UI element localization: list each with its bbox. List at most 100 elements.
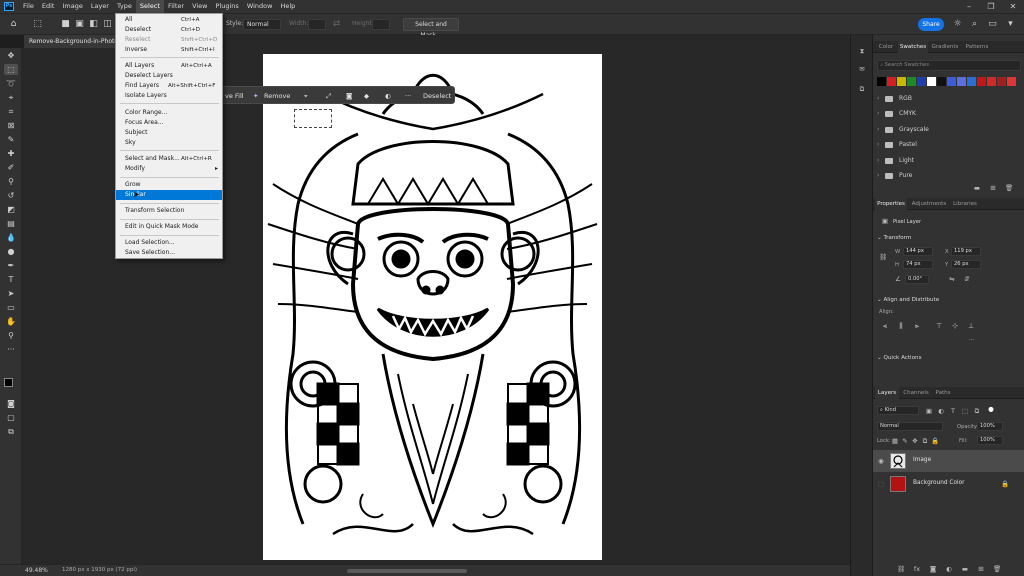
swatch-color[interactable]: [907, 77, 916, 86]
menu-file[interactable]: File: [19, 0, 38, 13]
clone-stamp-tool-icon[interactable]: ⚲: [4, 176, 18, 187]
transform-icon[interactable]: ⤢: [326, 90, 331, 102]
minimize-icon[interactable]: –: [958, 0, 980, 13]
close-icon[interactable]: ✕: [1002, 0, 1024, 13]
intersect-selection-icon[interactable]: ◫: [102, 19, 113, 30]
add-selection-icon[interactable]: ▣: [74, 19, 85, 30]
hand-tool-icon[interactable]: ✋: [4, 316, 18, 327]
swatch-folder-pure[interactable]: › Pure: [877, 170, 1021, 182]
document-tab[interactable]: Remove-Background-in-Photoshop: [24, 35, 116, 48]
menu-item-all-layers[interactable]: All Layers Alt+Ctrl+A: [116, 61, 222, 71]
home-icon[interactable]: ⌂: [8, 19, 19, 30]
blend-mode-select[interactable]: Normal: [877, 422, 943, 431]
quick-mask-icon[interactable]: ◙: [4, 398, 18, 409]
swatch-color[interactable]: [977, 77, 986, 86]
new-selection-icon[interactable]: ■: [60, 19, 71, 30]
new-layer-icon[interactable]: ⊞: [977, 565, 985, 573]
marquee-tool-preset-icon[interactable]: ⬚: [32, 19, 43, 30]
width-input[interactable]: 144 px: [903, 247, 933, 256]
move-tool-icon[interactable]: ✥: [4, 50, 18, 61]
adjustment-icon[interactable]: ◐: [385, 90, 391, 102]
tab-channels[interactable]: Channels: [901, 387, 931, 399]
layer-row-background-color[interactable]: □ Background Color 🔒: [873, 473, 1024, 495]
tab-color[interactable]: Color: [875, 41, 897, 53]
tab-gradients[interactable]: Gradients: [929, 41, 961, 53]
path-selection-tool-icon[interactable]: ➤: [4, 288, 18, 299]
swatch-color[interactable]: [917, 77, 926, 86]
menu-view[interactable]: View: [188, 0, 211, 13]
menu-plugins[interactable]: Plugins: [212, 0, 243, 13]
visibility-off-icon[interactable]: □: [877, 480, 885, 488]
document-info[interactable]: 1280 px x 1930 px (72 ppi): [62, 567, 137, 573]
menu-layer[interactable]: Layer: [87, 0, 113, 13]
angle-input[interactable]: 0.00°: [905, 275, 929, 284]
more-tools-icon[interactable]: ···: [4, 344, 18, 355]
swatch-color[interactable]: [927, 77, 936, 86]
tab-properties[interactable]: Properties: [875, 198, 907, 210]
dodge-tool-icon[interactable]: ●: [4, 246, 18, 257]
swatch-folder-pastel[interactable]: › Pastel: [877, 139, 1021, 151]
link-icon[interactable]: ⛓: [879, 253, 887, 261]
add-mask-icon[interactable]: ◙: [929, 565, 937, 573]
filter-type-icon[interactable]: T: [949, 407, 957, 415]
zoom-level[interactable]: 49.48%: [25, 567, 48, 574]
generative-fill-button[interactable]: ve Fill: [225, 90, 244, 102]
menu-item-grow[interactable]: Grow: [116, 180, 222, 190]
eyedropper-tool-icon[interactable]: ✎: [4, 134, 18, 145]
healing-brush-tool-icon[interactable]: ✚: [4, 148, 18, 159]
swatch-folder-cmyk[interactable]: › CMYK: [877, 108, 1021, 120]
new-adjustment-layer-icon[interactable]: ◐: [945, 565, 953, 573]
menu-item-save-selection[interactable]: Save Selection...: [116, 248, 222, 258]
swatch-color[interactable]: [887, 77, 896, 86]
transform-section-title[interactable]: ⌄ Transform: [877, 235, 911, 241]
quick-actions-title[interactable]: ⌄ Quick Actions: [877, 355, 922, 361]
y-input[interactable]: 26 px: [951, 260, 981, 269]
mask-icon[interactable]: ◙: [346, 90, 352, 102]
align-center-icon[interactable]: ⫼: [897, 322, 905, 330]
libraries-panel-icon[interactable]: ⧉: [858, 85, 866, 93]
delete-layer-icon[interactable]: 🗑: [993, 565, 1001, 573]
lock-image-icon[interactable]: ✎: [901, 437, 909, 445]
tab-swatches[interactable]: Swatches: [898, 41, 928, 53]
menu-edit[interactable]: Edit: [38, 0, 59, 13]
menu-item-inverse[interactable]: Inverse Shift+Ctrl+I: [116, 45, 222, 55]
filter-toggle-icon[interactable]: ●: [987, 405, 995, 413]
menu-item-load-selection[interactable]: Load Selection...: [116, 238, 222, 248]
horizontal-scrollbar[interactable]: [347, 569, 467, 573]
fill-icon[interactable]: ◆: [364, 90, 369, 102]
menu-item-isolate-layers[interactable]: Isolate Layers: [116, 91, 222, 101]
filter-adjustment-icon[interactable]: ◐: [937, 407, 945, 415]
align-bottom-icon[interactable]: ⊥: [967, 322, 975, 330]
layer-row-image[interactable]: ◉ Image: [873, 450, 1024, 472]
tab-libraries[interactable]: Libraries: [951, 198, 979, 210]
menu-item-select-and-mask[interactable]: Select and Mask... Alt+Ctrl+R: [116, 154, 222, 164]
brush-tool-icon[interactable]: ✐: [4, 162, 18, 173]
flip-horizontal-icon[interactable]: ⇋: [948, 275, 956, 283]
crop-tool-icon[interactable]: ⌗: [4, 106, 18, 117]
menu-item-transform-selection[interactable]: Transform Selection: [116, 206, 222, 216]
subtract-selection-icon[interactable]: ◧: [88, 19, 99, 30]
layer-filter-kind[interactable]: ⌕ Kind: [877, 406, 919, 415]
align-section-title[interactable]: ⌄ Align and Distribute: [877, 297, 939, 303]
menu-item-deselect-layers[interactable]: Deselect Layers: [116, 71, 222, 81]
selection-marquee[interactable]: [294, 109, 332, 128]
new-group-icon[interactable]: ▬: [973, 184, 981, 192]
blur-tool-icon[interactable]: 💧: [4, 232, 18, 243]
menu-window[interactable]: Window: [243, 0, 277, 13]
comments-panel-icon[interactable]: ✉: [858, 65, 866, 73]
swatch-color[interactable]: [937, 77, 946, 86]
new-group-icon[interactable]: ▬: [961, 565, 969, 573]
menu-item-modify[interactable]: Modify ▸: [116, 164, 222, 174]
menu-item-similar[interactable]: Similar: [116, 190, 222, 200]
new-swatch-icon[interactable]: ⊞: [989, 184, 997, 192]
delete-icon[interactable]: 🗑: [1005, 184, 1013, 192]
height-input[interactable]: 74 px: [903, 260, 933, 269]
zoom-tool-icon[interactable]: ⚲: [4, 330, 18, 341]
share-button[interactable]: Share: [918, 18, 944, 31]
swatch-color[interactable]: [957, 77, 966, 86]
tab-patterns[interactable]: Patterns: [962, 41, 992, 53]
swatch-color[interactable]: [997, 77, 1006, 86]
frame-tool-icon[interactable]: ⊠: [4, 120, 18, 131]
deselect-button[interactable]: Deselect: [423, 90, 451, 102]
layer-style-icon[interactable]: fx: [913, 565, 921, 573]
